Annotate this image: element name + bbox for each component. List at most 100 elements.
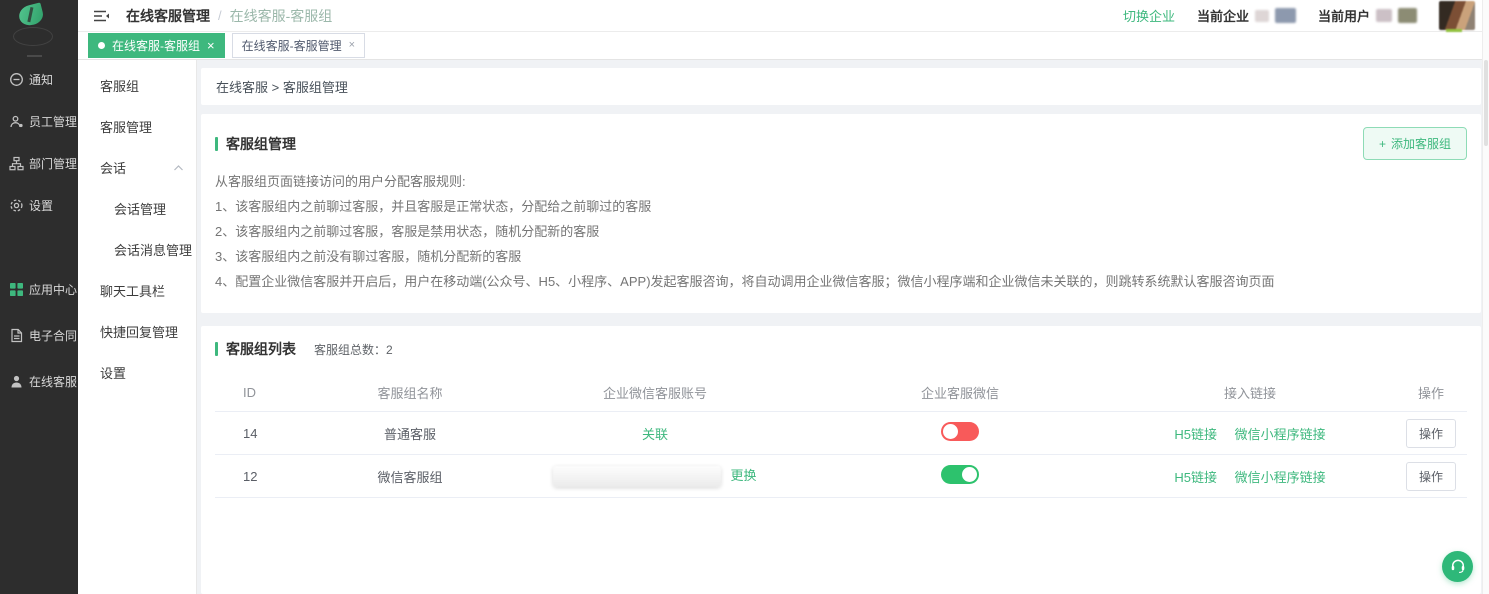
tab-service-group[interactable]: 在线客服-客服组 × <box>88 33 225 58</box>
section-accent-bar <box>215 342 218 356</box>
submenu-item-service-group[interactable]: 客服组 <box>78 65 196 106</box>
settings-icon <box>9 198 24 213</box>
sidebar-item-label: 通知 <box>29 71 53 88</box>
breadcrumb-root[interactable]: 在线客服管理 <box>126 6 210 26</box>
active-dot-icon <box>98 42 105 49</box>
sidebar-item-label: 部门管理 <box>29 155 77 172</box>
tab-label: 在线客服-客服组 <box>112 37 200 54</box>
notice-icon <box>9 72 24 87</box>
primary-sidebar: 通知 员工管理 部门管理 设置 应用中心 电子合同 在线 <box>0 0 78 594</box>
sidebar-item-department[interactable]: 部门管理 <box>0 142 78 184</box>
apps-icon <box>9 282 24 297</box>
logo-ghost-shape <box>13 27 53 46</box>
service-group-management-card: 客服组管理 + 添加客服组 从客服组页面链接访问的用户分配客服规则: 1、该客服… <box>201 114 1481 313</box>
assignment-rules: 从客服组页面链接访问的用户分配客服规则: 1、该客服组内之前聊过客服，并且客服是… <box>215 175 1467 288</box>
sidebar-item-contract[interactable]: 电子合同 <box>0 312 78 358</box>
company-logo <box>0 0 78 58</box>
rule-line: 4、配置企业微信客服并开启后，用户在移动端(公众号、H5、小程序、APP)发起客… <box>215 275 1467 288</box>
close-icon[interactable]: × <box>349 40 355 51</box>
redacted-user-block-2 <box>1398 8 1417 23</box>
add-button-label: 添加客服组 <box>1391 135 1451 152</box>
rule-line: 3、该客服组内之前没有聊过客服，随机分配新的客服 <box>215 250 1467 263</box>
submenu-item-service-management[interactable]: 客服管理 <box>78 106 196 147</box>
h5-link[interactable]: H5链接 <box>1174 427 1217 442</box>
logo-ghost-dash <box>27 55 42 57</box>
sidebar-item-settings[interactable]: 设置 <box>0 184 78 226</box>
row-action-button[interactable]: 操作 <box>1406 419 1456 448</box>
page-breadcrumb: 在线客服 > 客服组管理 <box>201 68 1481 105</box>
miniprogram-link[interactable]: 微信小程序链接 <box>1235 470 1326 485</box>
submenu-label: 客服组 <box>100 76 139 95</box>
logo-icon <box>17 2 45 27</box>
change-link[interactable]: 更换 <box>730 468 756 483</box>
switch-company-link[interactable]: 切换企业 <box>1123 6 1175 25</box>
current-user: 当前用户 <box>1318 6 1417 25</box>
top-header: 在线客服管理 / 在线客服-客服组 切换企业 当前企业 当前用户 <box>78 0 1489 32</box>
redacted-user-block-1 <box>1376 9 1392 22</box>
service-icon <box>9 374 24 389</box>
column-header-links: 接入链接 <box>1105 383 1395 402</box>
submenu-label: 会话消息管理 <box>114 240 192 259</box>
section-title: 客服组管理 <box>226 134 296 154</box>
rules-intro: 从客服组页面链接访问的用户分配客服规则: <box>215 175 1467 188</box>
submenu-item-settings[interactable]: 设置 <box>78 352 196 393</box>
tab-bar: 在线客服-客服组 × 在线客服-客服管理 × <box>78 32 1489 60</box>
headset-icon <box>1449 558 1467 575</box>
add-service-group-button[interactable]: + 添加客服组 <box>1363 127 1467 160</box>
breadcrumb-current: 在线客服-客服组 <box>230 6 333 26</box>
sidebar-item-app-center[interactable]: 应用中心 <box>0 266 78 312</box>
redacted-account-value <box>553 466 721 487</box>
sidebar-group-gap <box>0 226 78 266</box>
column-header-id: ID <box>215 385 325 400</box>
cell-id: 14 <box>215 426 325 441</box>
submenu-item-quick-reply[interactable]: 快捷回复管理 <box>78 311 196 352</box>
rule-line: 1、该客服组内之前聊过客服，并且客服是正常状态，分配给之前聊过的客服 <box>215 200 1467 213</box>
floating-customer-service-button[interactable] <box>1442 551 1473 582</box>
column-header-wechat: 企业客服微信 <box>815 383 1105 402</box>
submenu-label: 会话 <box>100 158 126 177</box>
tab-service-management[interactable]: 在线客服-客服管理 × <box>232 33 365 58</box>
sidebar-item-staff[interactable]: 员工管理 <box>0 100 78 142</box>
h5-link[interactable]: H5链接 <box>1174 470 1217 485</box>
row-action-button[interactable]: 操作 <box>1406 462 1456 491</box>
table-header-row: ID 客服组名称 企业微信客服账号 企业客服微信 接入链接 操作 <box>215 373 1467 412</box>
department-icon <box>9 156 24 171</box>
group-total-count: 客服组总数：2 <box>314 341 393 358</box>
avatar[interactable] <box>1439 1 1475 30</box>
column-header-action: 操作 <box>1395 383 1467 402</box>
cell-id: 12 <box>215 469 325 484</box>
wechat-toggle[interactable] <box>941 465 979 484</box>
vertical-scrollbar[interactable] <box>1482 0 1489 594</box>
toggle-knob <box>962 467 977 482</box>
column-header-account: 企业微信客服账号 <box>495 383 815 402</box>
submenu-label: 设置 <box>100 363 126 382</box>
submenu-label: 聊天工具栏 <box>100 281 165 300</box>
app-window: 通知 员工管理 部门管理 设置 应用中心 电子合同 在线 <box>0 0 1489 594</box>
submenu-item-chat-toolbar[interactable]: 聊天工具栏 <box>78 270 196 311</box>
wechat-toggle[interactable] <box>941 422 979 441</box>
scrollbar-thumb[interactable] <box>1484 60 1488 146</box>
table-row: 12 微信客服组 更换 H5链接 微信小程序链接 操作 <box>215 455 1467 498</box>
submenu-label: 快捷回复管理 <box>100 322 178 341</box>
column-header-name: 客服组名称 <box>325 383 495 402</box>
sidebar-item-label: 电子合同 <box>29 327 77 344</box>
sidebar-item-label: 应用中心 <box>29 281 77 298</box>
staff-icon <box>9 114 24 129</box>
miniprogram-link[interactable]: 微信小程序链接 <box>1235 427 1326 442</box>
submenu-label: 客服管理 <box>100 117 152 136</box>
section-accent-bar <box>215 137 218 151</box>
submenu-item-session-management[interactable]: 会话管理 <box>78 188 196 229</box>
section-title: 客服组列表 <box>226 339 296 359</box>
sidebar-item-online-service[interactable]: 在线客服 <box>0 358 78 404</box>
sidebar-item-label: 设置 <box>29 197 53 214</box>
chevron-up-icon <box>173 164 184 171</box>
sidebar-item-notice[interactable]: 通知 <box>0 58 78 100</box>
cell-group-name: 普通客服 <box>325 424 495 443</box>
plus-icon: + <box>1379 137 1386 151</box>
close-icon[interactable]: × <box>207 39 215 52</box>
submenu-item-session[interactable]: 会话 <box>78 147 196 188</box>
associate-link[interactable]: 关联 <box>642 427 668 442</box>
submenu-item-session-message-management[interactable]: 会话消息管理 <box>78 229 196 270</box>
menu-fold-icon[interactable] <box>93 9 110 23</box>
sidebar-item-label: 在线客服 <box>29 373 77 390</box>
